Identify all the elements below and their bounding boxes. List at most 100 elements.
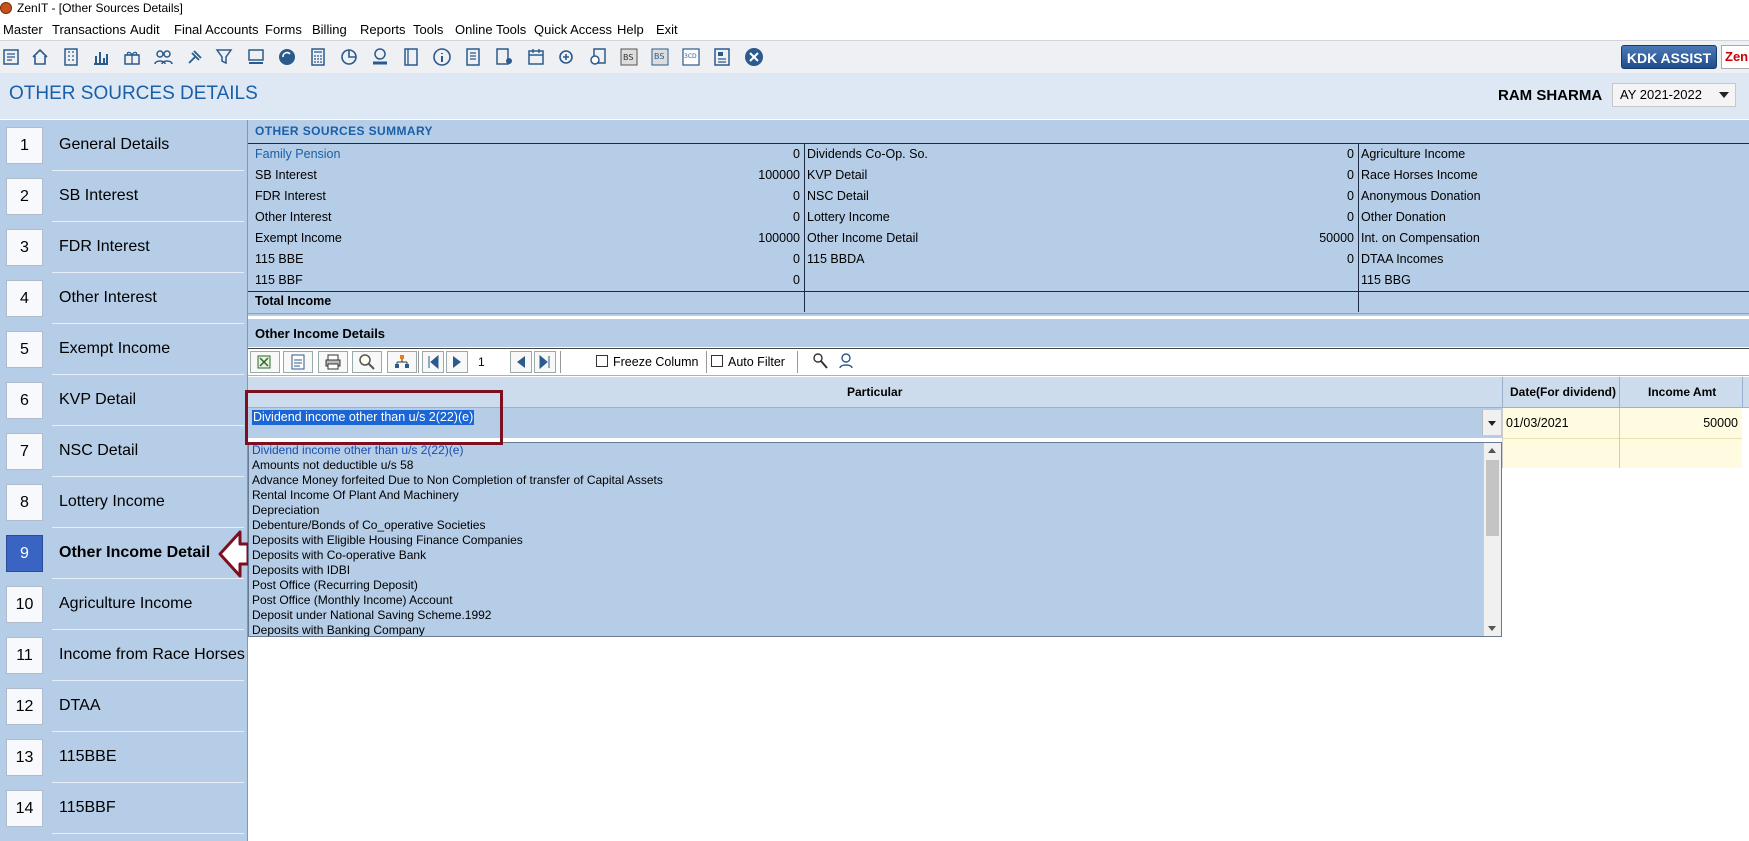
user-doc-icon[interactable] (494, 47, 514, 67)
column-header-date[interactable]: Date(For dividend) (1510, 385, 1616, 399)
form-icon[interactable] (463, 47, 483, 67)
sidebar-item-other-income-detail[interactable]: 9 Other Income Detail (0, 528, 244, 579)
menu-tools[interactable]: Tools (413, 22, 443, 37)
add-icon[interactable] (557, 47, 577, 67)
bar-chart-icon[interactable] (91, 47, 111, 67)
calendar-icon[interactable] (526, 47, 546, 67)
dropdown-scrollbar[interactable] (1483, 443, 1501, 636)
close-circle-icon[interactable] (744, 47, 764, 67)
sidebar-item-exempt-income[interactable]: 5 Exempt Income (0, 324, 244, 375)
menu-transactions[interactable]: Transactions (52, 22, 126, 37)
tree-button[interactable] (387, 351, 417, 373)
sidebar-item-lottery-income[interactable]: 8 Lottery Income (0, 477, 244, 528)
sidebar-item-sb-interest[interactable]: 2 SB Interest (0, 171, 244, 222)
sidebar-item-115bbe[interactable]: 13 115BBE (0, 732, 244, 783)
home-icon[interactable] (30, 47, 50, 67)
checkbox-box[interactable] (596, 355, 608, 367)
find-button[interactable] (352, 351, 382, 373)
menu-audit[interactable]: Audit (130, 22, 160, 37)
column-header-particular[interactable]: Particular (847, 385, 902, 399)
sidebar-item-dtaa[interactable]: 12 DTAA (0, 681, 244, 732)
scroll-down-icon[interactable] (1488, 626, 1496, 631)
zen-button[interactable]: Zen I (1721, 45, 1749, 69)
chevron-down-icon[interactable] (1719, 92, 1729, 98)
freeze-column-checkbox[interactable]: Freeze Column (596, 353, 698, 371)
tax-icon[interactable] (246, 47, 266, 67)
column-chooser-button[interactable] (808, 351, 832, 373)
balance-sheet-icon[interactable]: BS (619, 47, 639, 67)
calculator-icon[interactable] (308, 47, 328, 67)
summary-row: NSC Detail 0 (804, 186, 1358, 207)
scroll-thumb[interactable] (1486, 460, 1499, 536)
sidebar-item-nsc-detail[interactable]: 7 NSC Detail (0, 426, 244, 477)
list-item[interactable]: Deposits with IDBI (252, 563, 350, 578)
checkbox-box[interactable] (711, 355, 723, 367)
search-doc-icon[interactable] (588, 47, 608, 67)
menu-online-tools[interactable]: Online Tools (455, 22, 526, 37)
first-page-button[interactable] (422, 351, 444, 373)
list-item[interactable]: Rental Income Of Plant And Machinery (252, 488, 459, 503)
auto-filter-checkbox[interactable]: Auto Filter (711, 353, 785, 371)
sidebar-item-agriculture-income[interactable]: 10 Agriculture Income (0, 579, 244, 630)
gavel-icon[interactable] (185, 47, 205, 67)
print-button[interactable] (318, 351, 348, 373)
column-header-income-amt[interactable]: Income Amt (1648, 385, 1716, 399)
news-icon[interactable] (712, 47, 732, 67)
particular-dropdown-list[interactable]: Dividend income other than u/s 2(22)(e) … (248, 442, 1502, 637)
form-3cd-icon[interactable]: 3CD (681, 47, 701, 67)
section-title: Other Income Details (255, 326, 386, 341)
list-item[interactable]: Depreciation (252, 503, 319, 518)
list-item[interactable]: Dividend income other than u/s 2(22)(e) (252, 443, 463, 458)
refresh-icon[interactable] (277, 47, 297, 67)
next-page-button[interactable] (446, 351, 468, 373)
assessment-year-select[interactable]: AY 2021-2022 (1612, 83, 1736, 107)
menu-billing[interactable]: Billing (312, 22, 347, 37)
list-item[interactable]: Deposits with Co-operative Bank (252, 548, 426, 563)
empty-date-cell[interactable] (1502, 438, 1619, 468)
summary-value: 0 (793, 210, 800, 224)
sidebar-item-115bbf[interactable]: 14 115BBF (0, 783, 244, 834)
menu-master[interactable]: Master (3, 22, 43, 37)
sidebar-item-other-interest[interactable]: 4 Other Interest (0, 273, 244, 324)
list-item[interactable]: Debenture/Bonds of Co_operative Societie… (252, 518, 485, 533)
list-item[interactable]: Deposits with Banking Company (252, 623, 425, 636)
menu-exit[interactable]: Exit (656, 22, 678, 37)
pay-icon[interactable] (370, 47, 390, 67)
report-icon[interactable] (2, 47, 22, 67)
building-icon[interactable] (61, 47, 81, 67)
reset-layout-button[interactable] (835, 351, 859, 373)
info-icon[interactable] (432, 47, 452, 67)
list-item[interactable]: Deposit under National Saving Scheme.199… (252, 608, 491, 623)
summary-label[interactable]: Family Pension (255, 144, 340, 165)
sidebar-item-race-horses[interactable]: 11 Income from Race Horses (0, 630, 245, 681)
empty-amount-cell[interactable] (1619, 438, 1742, 468)
last-page-button[interactable] (534, 351, 556, 373)
sidebar-item-fdr-interest[interactable]: 3 FDR Interest (0, 222, 244, 273)
list-item[interactable]: Post Office (Recurring Deposit) (252, 578, 418, 593)
menu-help[interactable]: Help (617, 22, 644, 37)
list-item[interactable]: Deposits with Eligible Housing Finance C… (252, 533, 523, 548)
pie-chart-icon[interactable] (339, 47, 359, 67)
users-icon[interactable] (153, 47, 173, 67)
export-excel-button[interactable] (250, 351, 280, 373)
book-icon[interactable] (401, 47, 421, 67)
sidebar-item-kvp-detail[interactable]: 6 KVP Detail (0, 375, 244, 426)
scroll-up-icon[interactable] (1488, 448, 1496, 453)
income-amount-cell[interactable]: 50000 (1619, 408, 1742, 438)
particular-dropdown-button[interactable] (1482, 410, 1501, 435)
list-item[interactable]: Amounts not deductible u/s 58 (252, 458, 413, 473)
previous-page-button[interactable] (510, 351, 532, 373)
list-item[interactable]: Advance Money forfeited Due to Non Compl… (252, 473, 663, 488)
list-item[interactable]: Post Office (Monthly Income) Account (252, 593, 453, 608)
kdk-assist-button[interactable]: KDK ASSIST (1621, 45, 1717, 69)
sidebar-item-general-details[interactable]: 1 General Details (0, 120, 244, 171)
menu-forms[interactable]: Forms (265, 22, 302, 37)
date-cell[interactable]: 01/03/2021 (1502, 408, 1619, 438)
filter-icon[interactable] (215, 47, 235, 67)
menu-final-accounts[interactable]: Final Accounts (174, 22, 259, 37)
balance-sheet-new-icon[interactable]: BS (650, 47, 670, 67)
menu-reports[interactable]: Reports (360, 22, 406, 37)
menu-quick-access[interactable]: Quick Access (534, 22, 612, 37)
export-csv-button[interactable] (283, 351, 313, 373)
gift-icon[interactable] (122, 47, 142, 67)
